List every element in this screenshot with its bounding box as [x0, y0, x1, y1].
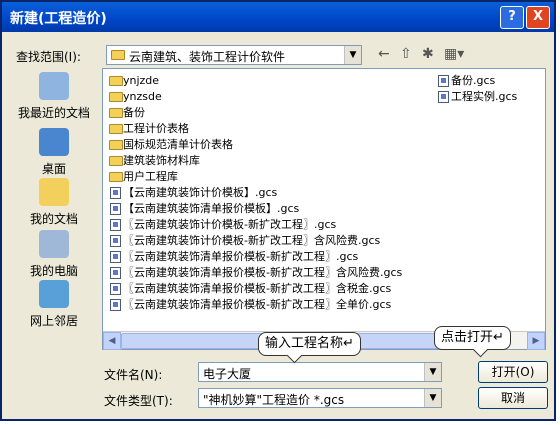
filetype-label: 文件类型(T):	[104, 394, 173, 408]
file-icon	[110, 203, 121, 215]
list-item[interactable]: 【云南建筑装饰计价模板】.gcs	[109, 185, 277, 201]
folder-icon	[111, 50, 125, 60]
folder-icon	[109, 140, 123, 150]
name-hint-callout: 输入工程名称↵	[258, 332, 361, 356]
list-item[interactable]: 〖云南建筑装饰清单报价模板-新扩改工程〗全单价.gcs	[109, 297, 391, 313]
place-desktop[interactable]: 桌面	[14, 128, 94, 177]
up-folder-icon[interactable]: ⇧	[400, 46, 412, 62]
list-item[interactable]: 〖云南建筑装饰计价模板-新扩改工程〗.gcs	[109, 217, 336, 233]
place-label: 我的文档	[29, 212, 78, 226]
folder-icon	[109, 156, 123, 166]
title-bar: 新建(工程造价) ? X	[2, 2, 554, 32]
folder-icon	[109, 172, 123, 182]
recent-docs-icon	[39, 72, 69, 100]
scroll-right-icon[interactable]: ▶	[527, 332, 545, 350]
scroll-left-icon[interactable]: ◀	[103, 332, 121, 350]
list-item[interactable]: 〖云南建筑装饰计价模板-新扩改工程〗含风险费.gcs	[109, 233, 380, 249]
place-mycomputer[interactable]: 我的电脑	[14, 230, 94, 279]
list-item[interactable]: 〖云南建筑装饰清单报价模板-新扩改工程〗.gcs	[109, 249, 358, 265]
place-label: 我的电脑	[29, 264, 78, 278]
list-item[interactable]: 〖云南建筑装饰清单报价模板-新扩改工程〗含风险费.gcs	[109, 265, 402, 281]
help-button[interactable]: ?	[500, 6, 524, 29]
folder-icon	[109, 76, 123, 86]
list-item[interactable]: 工程计价表格	[109, 121, 189, 137]
folder-icon	[109, 124, 123, 134]
list-item[interactable]: 工程实例.gcs	[437, 89, 517, 105]
list-item[interactable]: 备份.gcs	[437, 73, 495, 89]
close-button[interactable]: X	[526, 6, 550, 29]
list-item[interactable]: 【云南建筑装饰清单报价模板】.gcs	[109, 201, 299, 217]
chevron-down-icon[interactable]: ▼	[424, 389, 441, 407]
desktop-icon	[39, 128, 69, 156]
back-arrow-icon[interactable]: ←	[378, 46, 390, 62]
place-recent[interactable]: 我最近的文档	[14, 72, 94, 121]
list-item[interactable]: 国标规范清单计价表格	[109, 137, 233, 153]
list-item[interactable]: 备份	[109, 105, 145, 121]
cancel-button[interactable]: 取消	[478, 387, 548, 409]
dialog-window: 新建(工程造价) ? X 查找范围(I): 云南建筑、装饰工程计价软件 ▼ ← …	[0, 0, 556, 421]
network-places-icon	[39, 280, 69, 308]
folder-icon	[109, 108, 123, 118]
lookin-combo[interactable]: 云南建筑、装饰工程计价软件 ▼	[106, 45, 362, 65]
lookin-label: 查找范围(I):	[16, 50, 81, 64]
file-icon	[110, 283, 121, 295]
my-computer-icon	[39, 230, 69, 258]
place-network[interactable]: 网上邻居	[14, 280, 94, 329]
file-icon	[110, 235, 121, 247]
file-icon	[110, 187, 121, 199]
place-label: 网上邻居	[29, 314, 78, 328]
chevron-down-icon[interactable]: ▼	[424, 363, 441, 381]
list-item[interactable]: 用户工程库	[109, 169, 178, 185]
file-list[interactable]: ynjzde ynzsde 备份 工程计价表格 国标规范清单计价表格 建筑装饰材…	[102, 68, 546, 350]
dialog-title: 新建(工程造价)	[10, 11, 107, 27]
file-icon	[438, 75, 449, 87]
filename-value: 电子大厦	[203, 367, 252, 381]
filename-input[interactable]: 电子大厦 ▼	[198, 362, 442, 382]
open-button[interactable]: 打开(O)	[478, 361, 548, 383]
file-icon	[110, 251, 121, 263]
file-icon	[110, 219, 121, 231]
list-item[interactable]: ynjzde	[109, 73, 159, 89]
chevron-down-icon[interactable]: ▼	[344, 46, 361, 64]
list-item[interactable]: 建筑装饰材料库	[109, 153, 200, 169]
view-menu-icon[interactable]: ▦▾	[444, 46, 464, 62]
filename-label: 文件名(N):	[104, 368, 163, 382]
folder-icon	[109, 92, 123, 102]
new-folder-icon[interactable]: ✱	[422, 46, 434, 62]
place-label: 桌面	[41, 162, 66, 176]
list-item[interactable]: 〖云南建筑装饰清单报价模板-新扩改工程〗含税金.gcs	[109, 281, 391, 297]
filetype-select[interactable]: "神机妙算"工程造价 *.gcs ▼	[198, 388, 442, 408]
file-icon	[438, 91, 449, 103]
lookin-value: 云南建筑、装饰工程计价软件	[129, 50, 286, 64]
filetype-value: "神机妙算"工程造价 *.gcs	[203, 393, 345, 407]
file-icon	[110, 299, 121, 311]
place-mydocs[interactable]: 我的文档	[14, 178, 94, 227]
open-hint-callout: 点击打开↵	[434, 326, 511, 350]
file-icon	[110, 267, 121, 279]
place-label: 我最近的文档	[17, 106, 90, 120]
my-documents-icon	[39, 178, 69, 206]
list-item[interactable]: ynzsde	[109, 89, 162, 105]
